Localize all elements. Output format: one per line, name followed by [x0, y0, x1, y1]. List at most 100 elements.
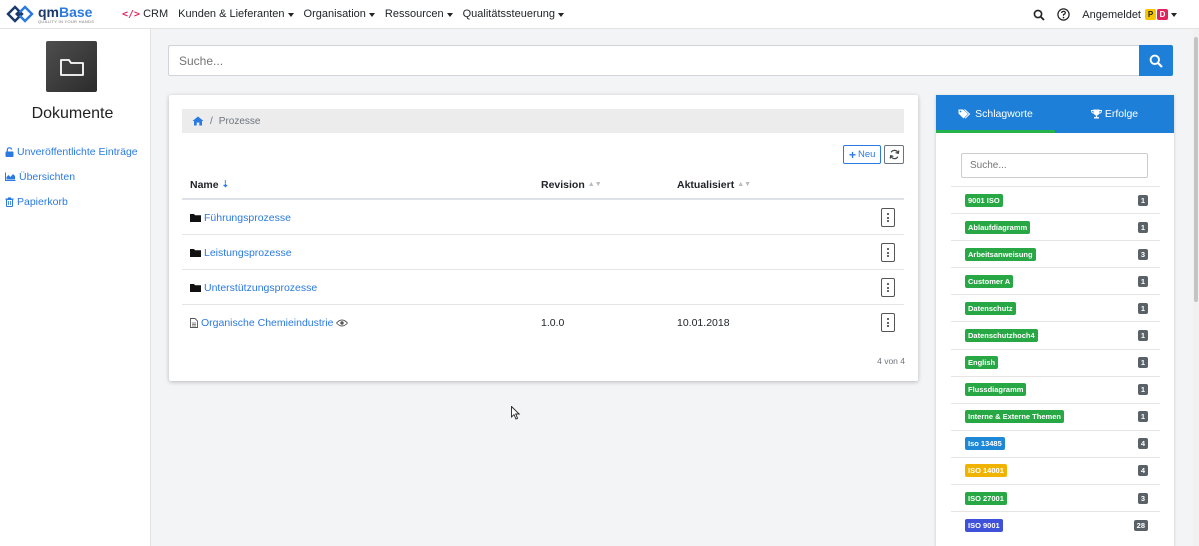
tag-row: Customer A 1	[951, 267, 1160, 294]
trash-icon	[5, 196, 14, 207]
search-input[interactable]	[168, 45, 1139, 76]
sidebar-link-unveroeffentlicht[interactable]: Unveröffentlichte Einträge	[5, 139, 138, 164]
brand-tagline: QUALITY IN YOUR HANDS	[38, 18, 95, 24]
tag-count-badge: 1	[1137, 302, 1148, 314]
qmbase-logo-icon	[6, 3, 36, 25]
tag-row: 9001 ISO 1	[951, 186, 1160, 213]
code-icon: </>	[122, 8, 141, 20]
refresh-button[interactable]	[884, 145, 904, 164]
sidebar-title: Dokumente	[31, 105, 114, 122]
tag-badge[interactable]: English	[965, 356, 999, 370]
nav-qualitaetssteuerung[interactable]: Qualitätssteuerung	[463, 8, 564, 20]
row-actions-button[interactable]	[881, 278, 895, 297]
nav-kunden-lieferanten[interactable]: Kunden & Lieferanten	[178, 8, 294, 20]
column-revision[interactable]: Revision ▲▼	[541, 179, 602, 191]
tag-badge[interactable]: Customer A	[965, 274, 1014, 288]
nav-ressourcen[interactable]: Ressourcen	[385, 8, 453, 20]
sidebar-link-papierkorb[interactable]: Papierkorb	[5, 189, 138, 214]
tag-badge[interactable]: Datenschutzhoch4	[965, 329, 1038, 343]
table-row: Führungsprozesse	[182, 200, 904, 235]
user-badge-d: D	[1157, 9, 1168, 20]
caret-down-icon	[368, 12, 375, 17]
search-button[interactable]	[1139, 45, 1173, 76]
row-actions-button[interactable]	[881, 243, 895, 262]
row-link[interactable]: Organische Chemieindustrie	[201, 317, 333, 329]
home-icon[interactable]	[192, 116, 204, 126]
nav-right: Angemeldet P D	[1022, 0, 1177, 29]
breadcrumb-current: Prozesse	[218, 115, 261, 127]
row-link[interactable]: Unterstützungsprozesse	[204, 282, 317, 294]
tag-badge[interactable]: ISO 9001	[965, 518, 1003, 532]
row-actions-button[interactable]	[881, 208, 895, 227]
tag-count-badge: 4	[1137, 438, 1148, 450]
folder-icon	[190, 283, 201, 292]
tag-badge[interactable]: Datenschutz	[965, 301, 1016, 315]
folder-tile-icon	[46, 41, 97, 92]
tag-badge[interactable]: Iso 13485	[965, 437, 1005, 451]
tag-row: English 1	[951, 348, 1160, 376]
nav-organisation[interactable]: Organisation	[304, 8, 375, 20]
brand-name: qmBase	[38, 3, 93, 20]
sort-icon: ▲▼	[737, 181, 752, 188]
tag-search-input[interactable]	[961, 153, 1148, 178]
tag-badge[interactable]: Ablaufdiagramm	[965, 220, 1031, 234]
tag-count-badge: 3	[1137, 492, 1148, 504]
help-icon[interactable]	[1056, 8, 1070, 22]
search-icon[interactable]	[1032, 8, 1046, 22]
tags-icon	[958, 109, 971, 119]
document-icon	[190, 317, 198, 328]
brand-logo[interactable]: qmBase QUALITY IN YOUR HANDS	[6, 0, 110, 29]
new-button[interactable]: + Neu	[843, 145, 882, 164]
tag-badge[interactable]: 9001 ISO	[965, 193, 1003, 207]
unlock-icon	[5, 146, 14, 157]
tag-badge[interactable]: ISO 27001	[965, 491, 1007, 505]
refresh-icon	[889, 149, 899, 160]
folder-icon	[190, 213, 201, 222]
tag-row: ISO 14001 4	[951, 456, 1160, 484]
tag-row: Arbeitsanweisung 3	[951, 240, 1160, 267]
tag-panel: Schlagworte Erfolge 9001 ISO1Ablaufdiagr…	[936, 95, 1174, 546]
scrollbar-thumb[interactable]	[1194, 37, 1198, 302]
sidebar-link-uebersichten[interactable]: Übersichten	[5, 164, 138, 189]
tag-count-badge: 28	[1133, 519, 1148, 531]
nav-crm[interactable]: </> CRM	[122, 8, 168, 20]
row-link[interactable]: Führungsprozesse	[204, 212, 291, 224]
documents-card: / Prozesse + Neu Name ⇣ Revision ▲▼ Aktu…	[169, 95, 918, 381]
tag-count-badge: 1	[1137, 357, 1148, 369]
row-revision: 1.0.0	[541, 316, 565, 329]
tag-badge[interactable]: ISO 14001	[965, 464, 1007, 478]
tag-count-badge: 3	[1137, 248, 1148, 260]
tag-panel-tabs: Schlagworte Erfolge	[936, 95, 1174, 133]
column-name[interactable]: Name ⇣	[190, 179, 229, 191]
tag-count-badge: 1	[1137, 384, 1148, 396]
tag-row: Flussdiagramm 1	[951, 375, 1160, 403]
tab-erfolge[interactable]: Erfolge	[1055, 95, 1174, 133]
sort-icon: ▲▼	[587, 181, 602, 188]
tag-count-badge: 1	[1137, 275, 1148, 287]
tag-row: ISO 27001 3	[951, 484, 1160, 511]
breadcrumb: / Prozesse	[182, 109, 904, 133]
row-actions-button[interactable]	[881, 313, 895, 332]
tab-schlagworte[interactable]: Schlagworte	[936, 95, 1055, 133]
row-updated: 10.01.2018	[677, 316, 730, 329]
tag-row: Datenschutz 1	[951, 294, 1160, 321]
tag-badge[interactable]: Flussdiagramm	[965, 383, 1027, 397]
main-menu: </> CRM Kunden & Lieferanten Organisatio…	[122, 0, 574, 29]
page-scrollbar[interactable]	[1193, 29, 1199, 546]
tag-badge[interactable]: Arbeitsanweisung	[965, 247, 1036, 261]
eye-icon[interactable]	[336, 319, 349, 327]
tag-count-badge: 1	[1137, 221, 1148, 233]
table-header: Name ⇣ Revision ▲▼ Aktualisiert ▲▼	[182, 171, 904, 200]
row-link[interactable]: Leistungsprozesse	[204, 247, 292, 259]
chart-icon	[5, 172, 16, 181]
user-menu[interactable]: Angemeldet P D	[1082, 9, 1177, 21]
table-row: Leistungsprozesse	[182, 235, 904, 270]
sort-desc-icon: ⇣	[221, 179, 230, 189]
column-updated[interactable]: Aktualisiert ▲▼	[677, 179, 751, 191]
result-count: 4 von 4	[877, 356, 905, 366]
tag-row: ISO 9001 28	[951, 511, 1160, 538]
documents-table: Name ⇣ Revision ▲▼ Aktualisiert ▲▼ Führu…	[182, 171, 904, 340]
tag-row: Ablaufdiagramm 1	[951, 213, 1160, 240]
trophy-icon	[1090, 109, 1102, 119]
tag-badge[interactable]: Interne & Externe Themen	[965, 410, 1064, 424]
